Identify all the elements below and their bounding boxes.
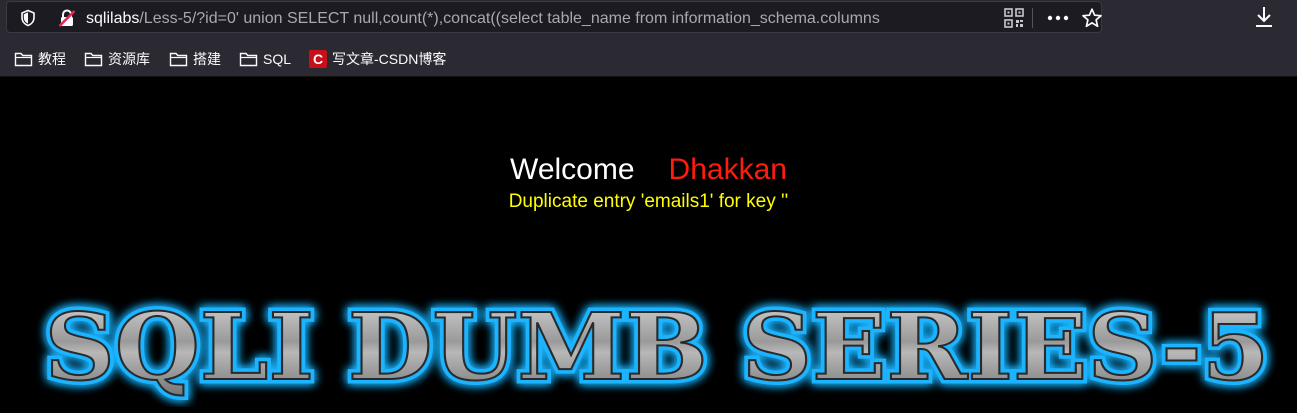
welcome-line: Welcome Dhakkan [0,153,1297,187]
bookmark-csdn[interactable]: C 写文章-CSDN博客 [309,48,446,70]
shield-icon[interactable] [19,9,37,27]
page-content: Welcome Dhakkan Duplicate entry 'emails1'… [0,77,1297,413]
welcome-text: Welcome [510,153,635,186]
folder-icon [14,52,33,67]
folder-icon [169,52,188,67]
folder-icon [239,52,258,67]
navigation-toolbar: sqlilabs/Less-5/?id=0' union SELECT null… [0,0,1297,38]
browser-chrome: sqlilabs/Less-5/?id=0' union SELECT null… [0,0,1297,77]
url-divider [1032,8,1033,28]
address-bar[interactable]: sqlilabs/Less-5/?id=0' union SELECT null… [6,1,1102,33]
bookmark-label: 写文章-CSDN博客 [332,51,447,67]
folder-icon [84,52,103,67]
url-path: /Less-5/?id=0' union SELECT null,count(*… [139,10,880,27]
bookmark-folder-tutorial[interactable]: 教程 [14,48,66,70]
bookmark-folder-sql[interactable]: SQL [239,48,291,70]
download-icon[interactable] [1253,5,1275,29]
bookmark-folder-resources[interactable]: 资源库 [84,48,150,70]
bookmark-label: 教程 [38,51,66,67]
bookmark-folder-setup[interactable]: 搭建 [169,48,221,70]
welcome-name: Dhakkan [668,153,787,186]
more-icon[interactable] [1045,8,1071,28]
error-message: Duplicate entry 'emails1' for key '' [508,191,789,212]
bookmark-label: SQL [263,51,292,67]
bookmark-label: 资源库 [108,51,150,67]
bookmarks-bar: 教程 资源库 搭建 SQL C 写文章-CSDN博客 [0,40,1297,76]
url-text[interactable]: sqlilabs/Less-5/?id=0' union SELECT null… [86,9,998,29]
banner-text: SQLI DUMB SERIES-5 [45,293,1270,401]
csdn-icon: C [309,50,327,68]
sqli-dumb-series-banner: SQLI DUMB SERIES-5 SQLI DUMB SERIES-5 [40,289,1274,406]
bookmark-label: 搭建 [193,51,221,67]
url-host: sqlilabs [86,10,140,27]
star-icon[interactable] [1081,7,1103,29]
insecure-lock-icon[interactable] [57,8,77,28]
qr-code-icon[interactable] [1003,7,1025,29]
